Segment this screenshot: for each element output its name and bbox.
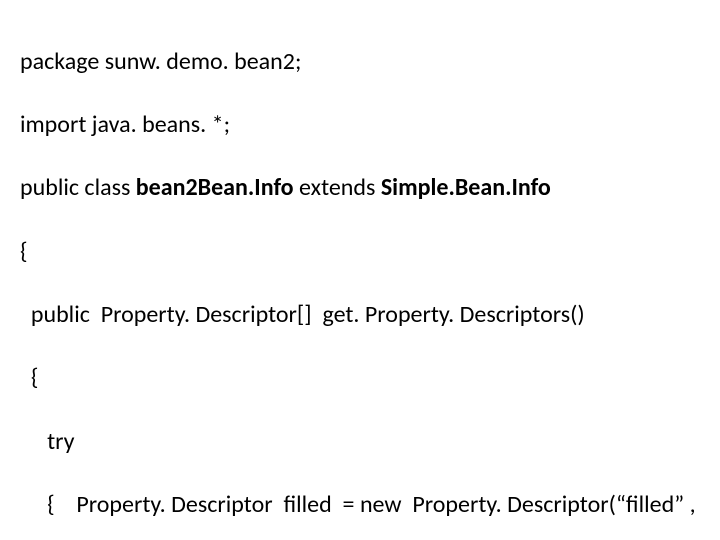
text: { <box>20 363 38 392</box>
code-line-3: public class bean2Bean.Info extends Simp… <box>20 172 710 204</box>
superclass-name: Simple.Bean.Info <box>381 173 551 202</box>
code-line-7: try <box>20 426 710 458</box>
code-line-2: import java. beans. *; <box>20 109 710 141</box>
text: import java. beans. *; <box>20 110 230 139</box>
text: extends <box>294 173 381 202</box>
text: public class <box>20 173 136 202</box>
class-name: bean2Bean.Info <box>136 173 294 202</box>
text: { <box>20 237 28 266</box>
code-line-4: { <box>20 236 710 268</box>
code-line-1: package sunw. demo. bean2; <box>20 46 710 78</box>
text: public Property. Descriptor[] get. Prope… <box>20 300 585 329</box>
text: package sunw. demo. bean2; <box>20 47 301 76</box>
code-line-5: public Property. Descriptor[] get. Prope… <box>20 299 710 331</box>
code-line-6: { <box>20 362 710 394</box>
text: { Property. Descriptor filled = new Prop… <box>20 490 696 519</box>
code-slide: package sunw. demo. bean2; import java. … <box>0 0 720 540</box>
code-line-8: { Property. Descriptor filled = new Prop… <box>20 489 710 521</box>
text: try <box>20 427 75 456</box>
